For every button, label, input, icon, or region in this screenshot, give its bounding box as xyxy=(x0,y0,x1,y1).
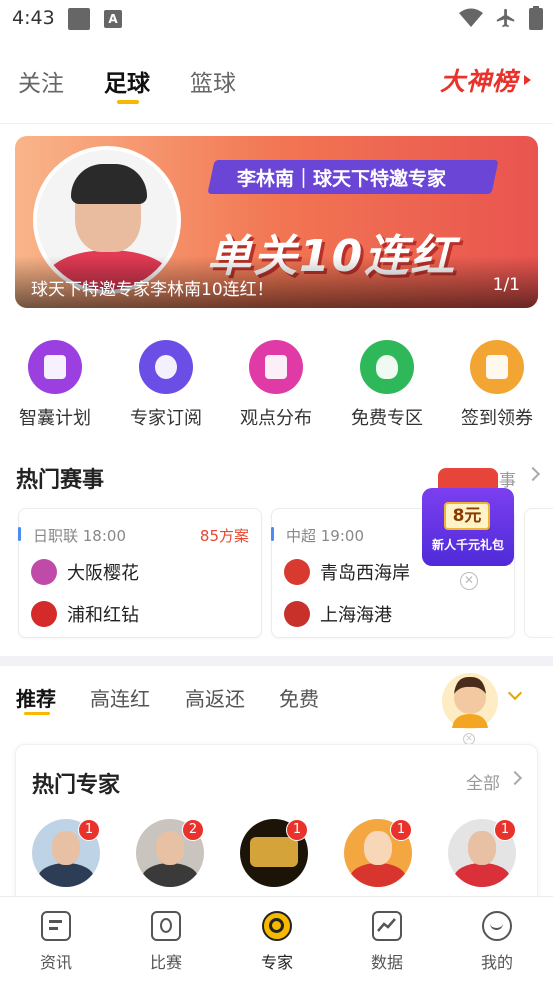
close-icon[interactable]: ✕ xyxy=(460,572,478,590)
subtab-high-return[interactable]: 高返还 xyxy=(185,683,245,712)
expert-badge: 2 xyxy=(182,819,204,841)
nav-profile[interactable]: 我的 xyxy=(457,911,537,973)
expert-badge: 1 xyxy=(390,819,412,841)
match-icon xyxy=(151,911,181,941)
quick-item-opinions[interactable]: 观点分布 xyxy=(226,338,326,430)
subtab-recommend[interactable]: 推荐 xyxy=(16,683,56,712)
hot-experts-all-link[interactable]: 全部 xyxy=(466,769,500,794)
nav-data[interactable]: 数据 xyxy=(347,911,427,973)
subtab-free[interactable]: 免费 xyxy=(279,683,319,712)
quick-item-free[interactable]: 免费专区 xyxy=(337,338,437,430)
nav-label: 资讯 xyxy=(39,953,72,972)
away-team: 浦和红钻 xyxy=(31,601,139,627)
money-bag-icon xyxy=(360,340,414,394)
profile-icon xyxy=(482,911,512,941)
quick-label: 智囊计划 xyxy=(19,408,91,429)
match-league-time: 日职联 18:00 xyxy=(33,527,126,545)
subtab-active-indicator xyxy=(24,712,50,715)
wifi-icon xyxy=(459,8,483,27)
dashen-ranking-button[interactable]: 大神榜 xyxy=(440,62,531,98)
promo-text: 新人千元礼包 xyxy=(431,538,504,552)
notification-a-icon: A xyxy=(104,10,122,28)
nav-label: 比赛 xyxy=(149,953,182,972)
team-name: 青岛西海岸 xyxy=(320,563,410,584)
triangle-right-icon xyxy=(524,75,531,85)
section-divider xyxy=(0,656,553,666)
match-league-time: 中超 19:00 xyxy=(286,527,364,545)
quick-item-subscribe[interactable]: 专家订阅 xyxy=(116,338,216,430)
banner-page-indicator: 1/1 xyxy=(492,275,520,295)
tab-basketball[interactable]: 篮球 xyxy=(190,64,236,98)
quick-item-plan[interactable]: 智囊计划 xyxy=(5,338,105,430)
chart-pie-icon xyxy=(249,340,303,394)
expert-icon xyxy=(262,911,292,941)
chevron-right-icon[interactable] xyxy=(525,466,541,482)
subtab-streak[interactable]: 高连红 xyxy=(90,683,150,712)
team-name: 上海海港 xyxy=(320,605,392,626)
airplane-icon xyxy=(496,8,515,28)
expert-badge: 1 xyxy=(78,819,100,841)
hot-experts-title: 热门专家 xyxy=(32,773,121,798)
team-name: 浦和红钻 xyxy=(67,605,139,626)
status-bar: 4:43 A xyxy=(0,0,553,38)
expert-badge: 1 xyxy=(494,819,516,841)
promo-banner[interactable]: 李林南｜球天下特邀专家 单关10连红 球天下特邀专家李林南10连红！ 1/1 xyxy=(15,136,538,308)
expert-check-icon xyxy=(139,340,193,394)
new-user-gift-promo[interactable]: 8元 新人千元礼包 xyxy=(416,460,520,572)
battery-icon xyxy=(529,6,543,30)
tab-football[interactable]: 足球 xyxy=(104,64,150,98)
status-icons xyxy=(459,6,543,30)
nav-label: 我的 xyxy=(480,953,513,972)
banner-caption: 球天下特邀专家李林南10连红！ xyxy=(31,280,274,300)
quick-label: 免费专区 xyxy=(351,408,423,429)
team-logo-icon xyxy=(284,559,310,585)
chevron-right-icon[interactable] xyxy=(507,770,523,786)
bottom-navigation: 资讯 比赛 专家 数据 我的 xyxy=(0,896,553,983)
team-logo-icon xyxy=(31,559,57,585)
quick-label: 专家订阅 xyxy=(130,408,202,429)
mascot-assistant-icon[interactable] xyxy=(440,668,500,730)
match-card-peek[interactable] xyxy=(524,508,553,638)
nav-experts[interactable]: 专家 xyxy=(237,911,317,973)
match-plan-count: 85方案 xyxy=(199,527,249,545)
nav-news[interactable]: 资讯 xyxy=(16,911,96,973)
hot-experts-card: 热门专家 全部 1 2 1 1 1 xyxy=(15,744,538,904)
promo-amount: 8元 xyxy=(444,502,490,530)
expert-badge: 1 xyxy=(286,819,308,841)
quick-label: 观点分布 xyxy=(240,408,312,429)
home-team: 青岛西海岸 xyxy=(284,559,410,585)
notification-square-icon xyxy=(68,8,90,30)
status-time: 4:43 xyxy=(12,7,55,29)
team-logo-icon xyxy=(31,601,57,627)
nav-label: 专家 xyxy=(260,953,293,972)
team-name: 大阪樱花 xyxy=(67,563,139,584)
dashen-label: 大神榜 xyxy=(439,67,518,96)
calendar-plus-icon xyxy=(28,340,82,394)
home-team: 大阪樱花 xyxy=(31,559,139,585)
data-chart-icon xyxy=(372,911,402,941)
chevron-down-icon[interactable] xyxy=(507,685,523,701)
team-logo-icon xyxy=(284,601,310,627)
hot-matches-title: 热门赛事 xyxy=(16,468,105,493)
quick-label: 签到领券 xyxy=(461,408,533,429)
quick-menu: 智囊计划 专家订阅 观点分布 免费专区 签到领券 xyxy=(0,338,553,438)
quick-item-checkin[interactable]: 签到领券 xyxy=(447,338,547,430)
banner-tag: 李林南｜球天下特邀专家 xyxy=(237,168,447,190)
match-card[interactable]: 日职联 18:00 85方案 大阪樱花 浦和红钻 xyxy=(18,508,262,638)
tab-follow[interactable]: 关注 xyxy=(18,64,64,98)
away-team: 上海海港 xyxy=(284,601,392,627)
coupon-icon xyxy=(470,340,524,394)
tab-active-indicator xyxy=(117,100,139,104)
news-icon xyxy=(41,911,71,941)
nav-matches[interactable]: 比赛 xyxy=(126,911,206,973)
nav-label: 数据 xyxy=(370,953,403,972)
